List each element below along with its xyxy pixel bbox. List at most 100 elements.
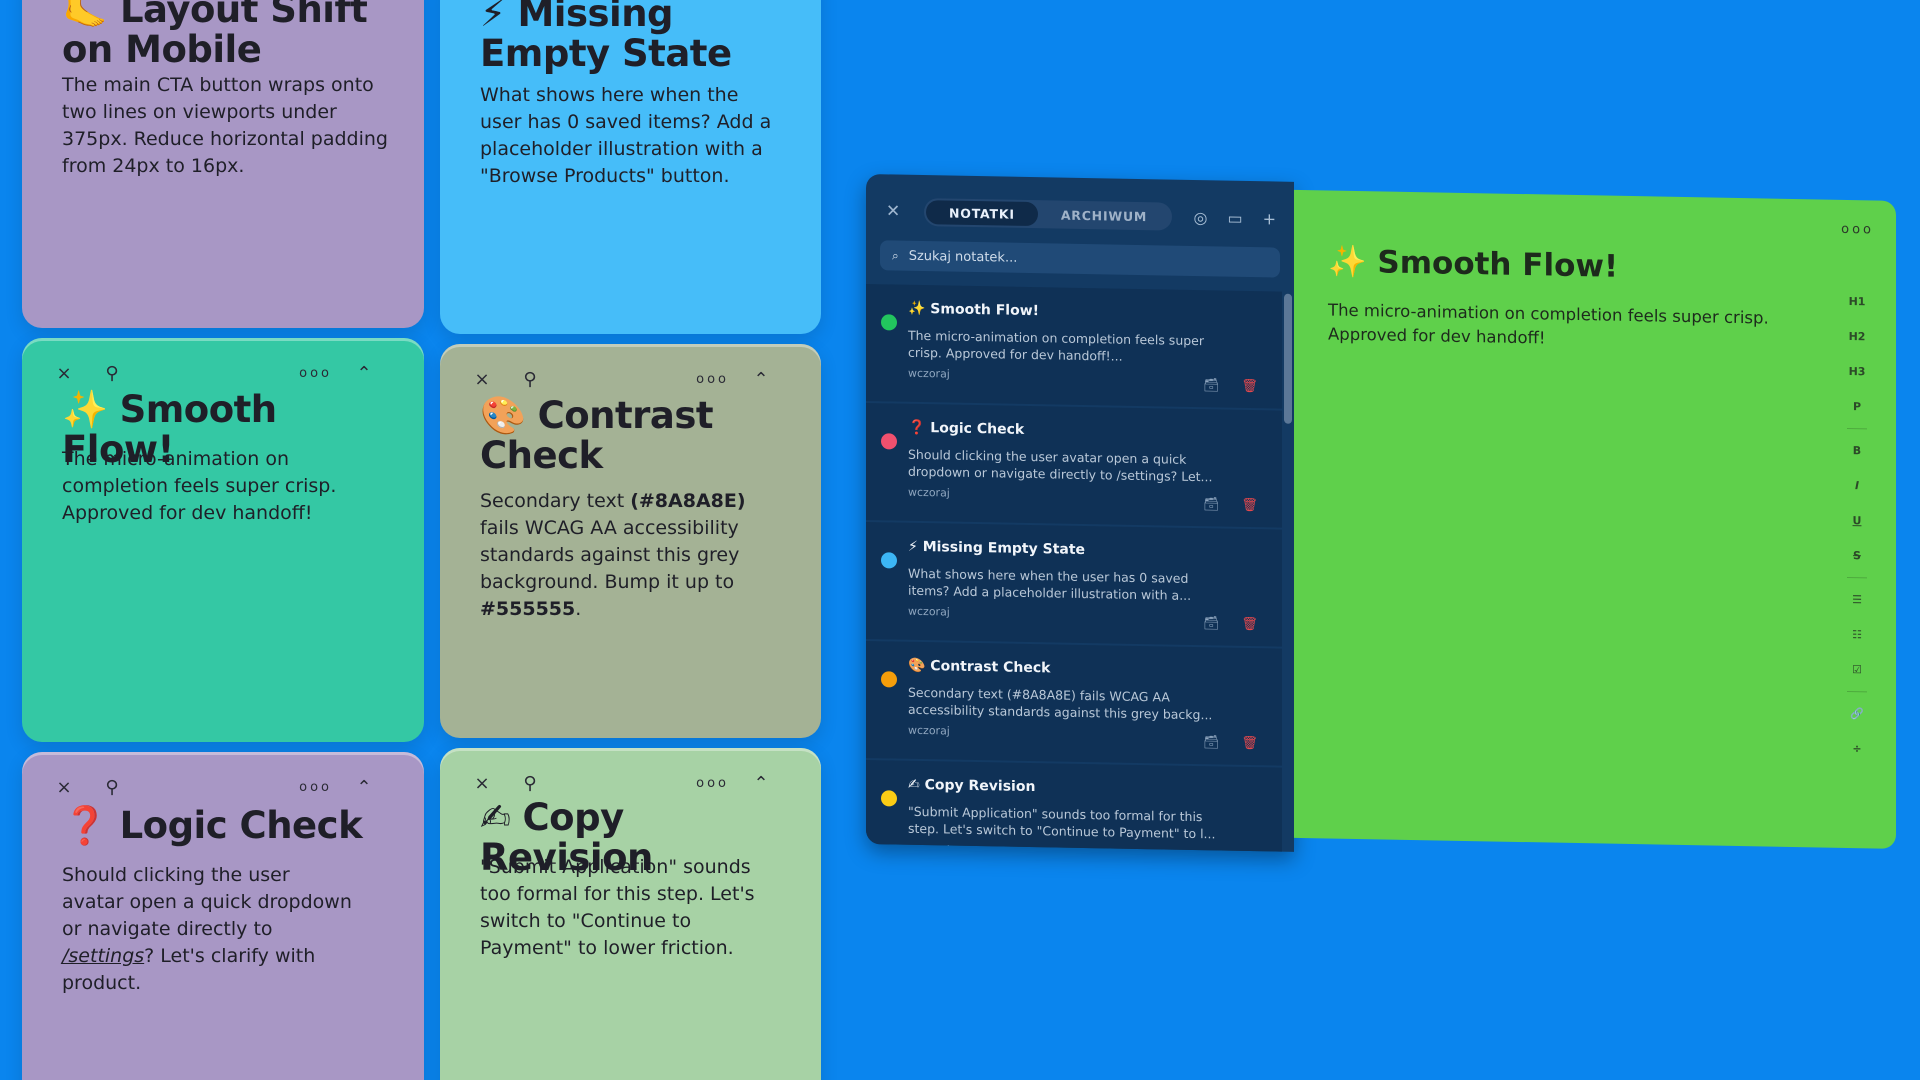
chevron-up-icon[interactable]: ⌃ <box>350 773 378 801</box>
settings-link[interactable]: /settings <box>62 945 144 967</box>
editor-title[interactable]: ✨ Smooth Flow! <box>1328 242 1618 284</box>
list-item[interactable]: 🎨 Contrast Check Secondary text (#8A8A8E… <box>866 641 1282 766</box>
close-icon[interactable]: × <box>50 359 78 387</box>
divider <box>1847 576 1867 579</box>
note-list: ✨ Smooth Flow! The micro-animation on co… <box>866 284 1282 852</box>
pin-icon[interactable]: ⚲ <box>98 359 126 387</box>
color-dot <box>881 671 897 688</box>
notes-sidebar: ✕ NOTATKI ARCHIWUM ◎ ▭ + ⌕ Szukaj notate… <box>866 174 1294 852</box>
paragraph-button[interactable]: P <box>1853 389 1861 424</box>
tab-group: NOTATKI ARCHIWUM <box>924 198 1173 231</box>
trash-icon[interactable]: 🗑 <box>1241 379 1258 394</box>
note-preview: Should clicking the user avatar open a q… <box>908 446 1213 485</box>
bullet-list-icon[interactable]: ☰ <box>1852 582 1862 617</box>
scrollbar-thumb[interactable] <box>1284 293 1292 424</box>
chevron-up-icon[interactable]: ⌃ <box>747 769 775 797</box>
sparkles-icon: ✨ <box>62 388 108 431</box>
search-icon: ⌕ <box>892 247 899 263</box>
note-card-logic-check: × ⚲ ooo ⌃ ❓ Logic Check Should clicking t… <box>22 752 424 1080</box>
card-toolbar: × ⚲ ooo ⌃ <box>50 358 398 388</box>
list-item[interactable]: ⚡ Missing Empty State What shows here wh… <box>866 522 1282 647</box>
checklist-icon[interactable]: ☑ <box>1852 652 1862 687</box>
search-input[interactable]: ⌕ Szukaj notatek... <box>880 240 1280 278</box>
color-dot <box>881 790 897 807</box>
question-icon: ❓ <box>62 804 108 847</box>
note-card-body: The micro-animation on completion feels … <box>62 448 337 524</box>
check-circle-icon[interactable]: ◎ <box>1194 208 1208 227</box>
color-dot <box>881 433 897 450</box>
more-options-icon[interactable]: ooo <box>696 372 729 387</box>
note-title: 🎨 Contrast Check <box>908 657 1051 677</box>
archive-icon[interactable]: 🗃 <box>1203 497 1220 512</box>
card-toolbar: × ⚲ ooo ⌃ <box>468 768 795 798</box>
archive-icon[interactable]: 🗃 <box>1203 735 1220 750</box>
note-card-title: ❓ Logic Check <box>62 804 363 847</box>
note-card-title: 🦶 Layout Shift on Mobile <box>62 0 394 70</box>
archive-icon[interactable]: 🗃 <box>1203 378 1220 393</box>
more-options-icon[interactable]: ooo <box>299 366 332 381</box>
underline-button[interactable]: U <box>1853 503 1862 538</box>
bold-button[interactable]: B <box>1853 433 1861 468</box>
heading3-button[interactable]: H3 <box>1849 354 1866 389</box>
cast-icon[interactable]: ▭ <box>1227 208 1242 227</box>
note-title: ⚡ Missing Empty State <box>908 538 1086 559</box>
pin-icon[interactable]: ⚲ <box>516 769 544 797</box>
sidebar-topbar: ✕ NOTATKI ARCHIWUM ◎ ▭ + <box>886 196 1276 233</box>
heading1-button[interactable]: H1 <box>1849 284 1866 319</box>
note-card-smooth-flow: × ⚲ ooo ⌃ ✨ Smooth Flow! The micro-animat… <box>22 338 424 742</box>
color-dot <box>881 552 897 569</box>
writing-hand-icon: ✍ <box>480 796 511 839</box>
editor-body[interactable]: The micro-animation on completion feels … <box>1328 298 1848 356</box>
note-preview: The micro-animation on completion feels … <box>908 327 1205 364</box>
search-placeholder: Szukaj notatek... <box>908 248 1018 266</box>
note-card-body: Should clicking the user avatar open a q… <box>62 864 352 994</box>
note-date: wczoraj <box>908 842 950 852</box>
chevron-up-icon[interactable]: ⌃ <box>747 365 775 393</box>
color-dot <box>881 314 897 331</box>
note-card-body: "Submit Application" sounds too formal f… <box>480 856 755 959</box>
note-title: ✨ Smooth Flow! <box>908 300 1040 320</box>
numbered-list-icon[interactable]: ☷ <box>1852 617 1862 652</box>
pin-icon[interactable]: ⚲ <box>516 365 544 393</box>
note-preview: Secondary text (#8A8A8E) fails WCAG AA a… <box>908 684 1213 723</box>
format-toolbar: H1 H2 H3 P B I U S ☰ ☷ ☑ 🔗 ÷ <box>1842 284 1872 767</box>
note-card-body: Secondary text (#8A8A8E) fails WCAG AA a… <box>480 490 746 620</box>
link-icon[interactable]: 🔗 <box>1850 696 1864 731</box>
close-icon[interactable]: × <box>50 773 78 801</box>
close-icon[interactable]: × <box>468 769 496 797</box>
italic-button[interactable]: I <box>1855 468 1859 503</box>
note-card-copy-revision: × ⚲ ooo ⌃ ✍ Copy Revision "Submit Applica… <box>440 748 821 1080</box>
lightning-icon: ⚡ <box>480 0 506 35</box>
add-note-icon[interactable]: + <box>1263 209 1276 228</box>
pin-icon[interactable]: ⚲ <box>98 773 126 801</box>
tab-notatki[interactable]: NOTATKI <box>926 200 1038 227</box>
chevron-up-icon[interactable]: ⌃ <box>350 359 378 387</box>
more-options-icon[interactable]: ooo <box>696 776 729 791</box>
trash-icon[interactable]: 🗑 <box>1241 498 1258 513</box>
list-item[interactable]: ✨ Smooth Flow! The micro-animation on co… <box>866 284 1282 409</box>
divider <box>1847 427 1867 430</box>
note-title: ❓ Logic Check <box>908 419 1025 438</box>
list-item[interactable]: ✍ Copy Revision "Submit Application" sou… <box>866 760 1282 852</box>
more-options-icon[interactable]: ooo <box>299 780 332 795</box>
trash-icon[interactable]: 🗑 <box>1241 736 1258 751</box>
more-options-icon[interactable]: ooo <box>1841 222 1874 238</box>
trash-icon[interactable]: 🗑 <box>1241 617 1258 632</box>
note-editor[interactable]: ooo ✨ Smooth Flow! The micro-animation o… <box>1294 189 1896 849</box>
sidebar-tools: ◎ ▭ + <box>1194 208 1277 229</box>
note-card-layout-shift: 🦶 Layout Shift on Mobile The main CTA bu… <box>22 0 424 328</box>
list-item[interactable]: ❓ Logic Check Should clicking the user a… <box>866 403 1282 528</box>
archive-icon[interactable]: 🗃 <box>1203 616 1220 631</box>
palette-icon: 🎨 <box>480 394 526 437</box>
note-preview: "Submit Application" sounds too formal f… <box>908 803 1216 842</box>
close-icon[interactable]: × <box>468 365 496 393</box>
close-icon[interactable]: ✕ <box>886 201 910 221</box>
tab-archiwum[interactable]: ARCHIWUM <box>1038 202 1170 228</box>
note-card-title: ⚡ Missing Empty State <box>480 0 791 74</box>
card-emoji-icon: 🦶 <box>62 0 120 31</box>
strikethrough-button[interactable]: S <box>1853 538 1861 573</box>
divider-insert-icon[interactable]: ÷ <box>1852 731 1861 766</box>
heading2-button[interactable]: H2 <box>1849 319 1866 354</box>
note-card-contrast-check: × ⚲ ooo ⌃ 🎨 Contrast Check Secondary text… <box>440 344 821 738</box>
notes-app-window: ✕ NOTATKI ARCHIWUM ◎ ▭ + ⌕ Szukaj notate… <box>866 170 1896 871</box>
